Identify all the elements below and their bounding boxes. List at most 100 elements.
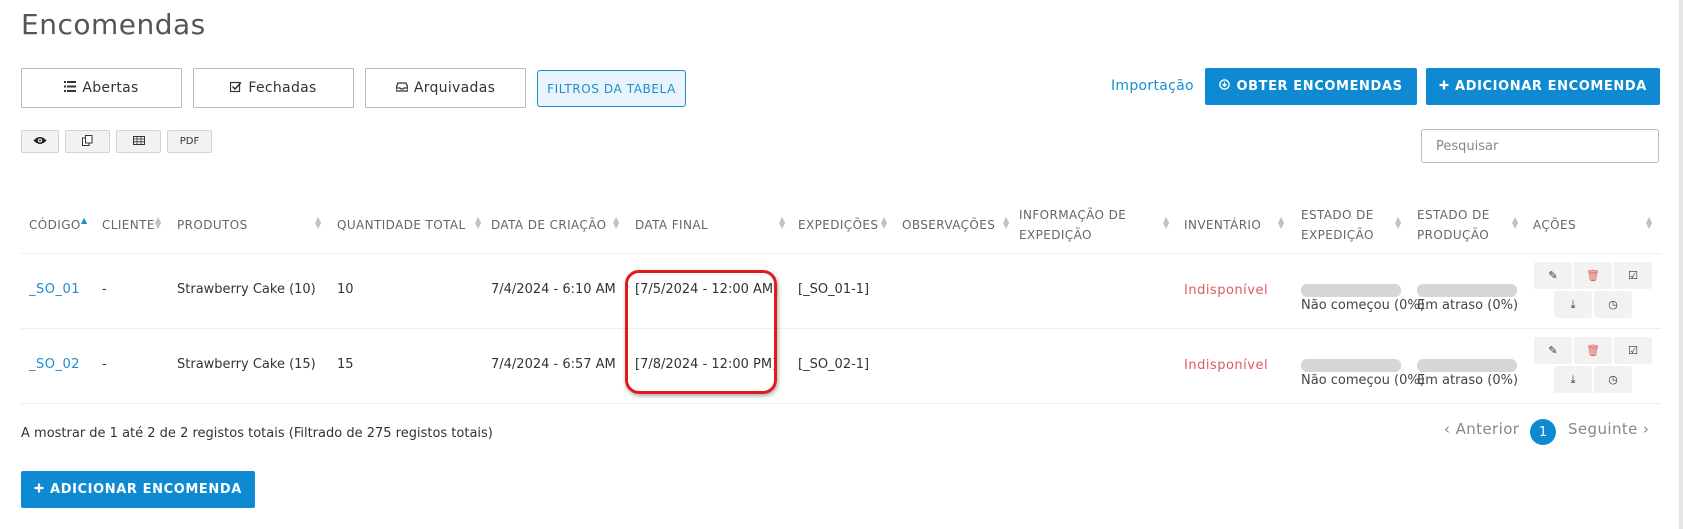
copy-button[interactable]	[65, 130, 110, 153]
download-button[interactable]: ⤓	[1554, 291, 1592, 318]
edit-button[interactable]: ✎	[1534, 337, 1572, 364]
sort-ascending-icon: ▲	[81, 216, 88, 225]
production-progress-bar	[1417, 359, 1517, 372]
products-cell: Strawberry Cake (10)	[177, 282, 316, 297]
column-header-expedition-info[interactable]: INFORMAÇÃO DE EXPEDIÇÃO ▲ ▼	[1019, 205, 1174, 245]
column-header-products[interactable]: PRODUTOS ▲ ▼	[177, 205, 325, 245]
pagination-previous[interactable]: ‹ Anterior	[1444, 420, 1519, 438]
column-header-expedition-state[interactable]: ESTADO DE EXPEDIÇÃO ▲ ▼	[1301, 205, 1406, 245]
pagination-previous-label: Anterior	[1455, 420, 1520, 438]
pdf-export-button[interactable]: PDF	[167, 130, 212, 153]
edit-button[interactable]: ✎	[1534, 262, 1572, 289]
column-header-label: INFORMAÇÃO DE EXPEDIÇÃO	[1019, 208, 1127, 242]
list-icon	[64, 81, 77, 95]
client-cell: -	[102, 282, 107, 297]
column-header-production-state[interactable]: ESTADO DE PRODUÇÃO ▲ ▼	[1417, 205, 1523, 245]
column-header-actions[interactable]: AÇÕES ▲ ▼	[1533, 205, 1657, 245]
sort-icon: ▲ ▼	[1395, 215, 1402, 230]
add-order-button[interactable]: ADICIONAR ENCOMENDA	[1426, 68, 1660, 105]
edit-icon: ✎	[1548, 344, 1558, 357]
expedition-state-label: Não começou (0%)	[1301, 298, 1425, 313]
inbox-icon	[395, 81, 409, 95]
tab-archived-label: Arquivadas	[413, 80, 496, 96]
production-state-label: Em atraso (0%)	[1417, 298, 1519, 313]
column-header-created-date[interactable]: DATA DE CRIAÇÃO ▲ ▼	[491, 205, 624, 245]
column-header-label: DATA FINAL	[635, 218, 709, 232]
sort-icon: ▲ ▼	[779, 215, 786, 230]
delete-button[interactable]: 🗑	[1574, 262, 1612, 289]
pagination-next-label: Seguinte	[1568, 420, 1638, 438]
column-header-label: OBSERVAÇÕES	[902, 218, 996, 232]
download-icon: ⤓	[1570, 297, 1576, 311]
column-header-code[interactable]: CÓDIGO ▲	[29, 205, 91, 245]
download-icon: ⤓	[1570, 372, 1576, 386]
add-order-bottom-label: ADICIONAR ENCOMENDA	[50, 482, 242, 497]
final-date-cell: [7/8/2024 - 12:00 PM]	[635, 357, 778, 372]
scrollbar-track[interactable]	[1679, 0, 1683, 529]
column-header-label: CÓDIGO	[29, 218, 81, 232]
copy-icon	[82, 134, 93, 149]
order-code-link[interactable]: _SO_02	[29, 357, 80, 372]
sort-icon: ▲ ▼	[315, 215, 322, 230]
plus-icon	[34, 482, 44, 497]
get-orders-button[interactable]: OBTER ENCOMENDAS	[1205, 68, 1417, 105]
eye-icon	[33, 136, 47, 148]
quantity-cell: 10	[337, 282, 354, 297]
sort-icon: ▲ ▼	[155, 215, 162, 230]
sort-icon: ▲ ▼	[1003, 215, 1010, 230]
sort-icon: ▲ ▼	[475, 215, 482, 230]
tab-open-label: Abertas	[82, 80, 139, 96]
quantity-cell: 15	[337, 357, 354, 372]
add-order-label: ADICIONAR ENCOMENDA	[1455, 79, 1647, 94]
order-code-link[interactable]: _SO_01	[29, 282, 80, 297]
column-visibility-button[interactable]	[21, 130, 59, 153]
search-input[interactable]	[1421, 129, 1659, 163]
inventory-status: Indisponível	[1184, 283, 1269, 298]
close-order-button[interactable]: ☑	[1614, 337, 1652, 364]
column-header-client[interactable]: CLIENTE ▲ ▼	[102, 205, 166, 245]
column-header-label: INVENTÁRIO	[1184, 218, 1262, 232]
row-divider	[21, 403, 1661, 404]
column-header-label: QUANTIDADE TOTAL	[337, 218, 466, 232]
excel-export-button[interactable]	[116, 130, 161, 153]
table-filters-button[interactable]: FILTROS DA TABELA	[537, 70, 686, 107]
expedition-state-label: Não começou (0%)	[1301, 373, 1425, 388]
sort-icon: ▲ ▼	[881, 215, 888, 230]
sort-icon: ▲ ▼	[1512, 215, 1519, 230]
clock-icon: ◷	[1608, 298, 1618, 311]
products-cell: Strawberry Cake (15)	[177, 357, 316, 372]
import-link[interactable]: Importação	[1111, 78, 1194, 94]
check-square-icon: ☑	[1628, 269, 1638, 282]
pagination-page-1[interactable]: 1	[1530, 419, 1556, 445]
download-button[interactable]: ⤓	[1554, 366, 1592, 393]
column-header-label: PRODUTOS	[177, 218, 248, 232]
expedition-progress-bar	[1301, 284, 1401, 297]
column-header-label: EXPEDIÇÕES	[798, 218, 879, 232]
column-header-label: DATA DE CRIAÇÃO	[491, 218, 607, 232]
expedition-progress-bar	[1301, 359, 1401, 372]
column-header-total-quantity[interactable]: QUANTIDADE TOTAL ▲ ▼	[337, 205, 485, 245]
trash-icon: 🗑	[1586, 344, 1600, 357]
column-header-observations[interactable]: OBSERVAÇÕES ▲ ▼	[902, 205, 1014, 245]
close-order-button[interactable]: ☑	[1614, 262, 1652, 289]
delete-button[interactable]: 🗑	[1574, 337, 1612, 364]
history-button[interactable]: ◷	[1594, 291, 1632, 318]
final-date-cell: [7/5/2024 - 12:00 AM]	[635, 282, 779, 297]
tab-archived[interactable]: Arquivadas	[365, 68, 526, 108]
history-button[interactable]: ◷	[1594, 366, 1632, 393]
production-state-label: Em atraso (0%)	[1417, 373, 1519, 388]
pagination-next[interactable]: Seguinte ›	[1568, 420, 1649, 438]
tab-open[interactable]: Abertas	[21, 68, 182, 108]
column-header-expeditions[interactable]: EXPEDIÇÕES ▲ ▼	[798, 205, 892, 245]
sort-icon: ▲ ▼	[1278, 215, 1285, 230]
column-header-final-date[interactable]: DATA FINAL ▲ ▼	[635, 205, 790, 245]
production-progress-bar	[1417, 284, 1517, 297]
column-header-label: AÇÕES	[1533, 218, 1577, 232]
tab-closed[interactable]: Fechadas	[193, 68, 354, 108]
clock-icon: ◷	[1608, 373, 1618, 386]
get-orders-label: OBTER ENCOMENDAS	[1236, 79, 1403, 94]
tab-closed-label: Fechadas	[248, 80, 317, 96]
table-icon	[132, 135, 145, 148]
column-header-inventory[interactable]: INVENTÁRIO ▲ ▼	[1184, 205, 1289, 245]
add-order-bottom-button[interactable]: ADICIONAR ENCOMENDA	[21, 471, 255, 508]
